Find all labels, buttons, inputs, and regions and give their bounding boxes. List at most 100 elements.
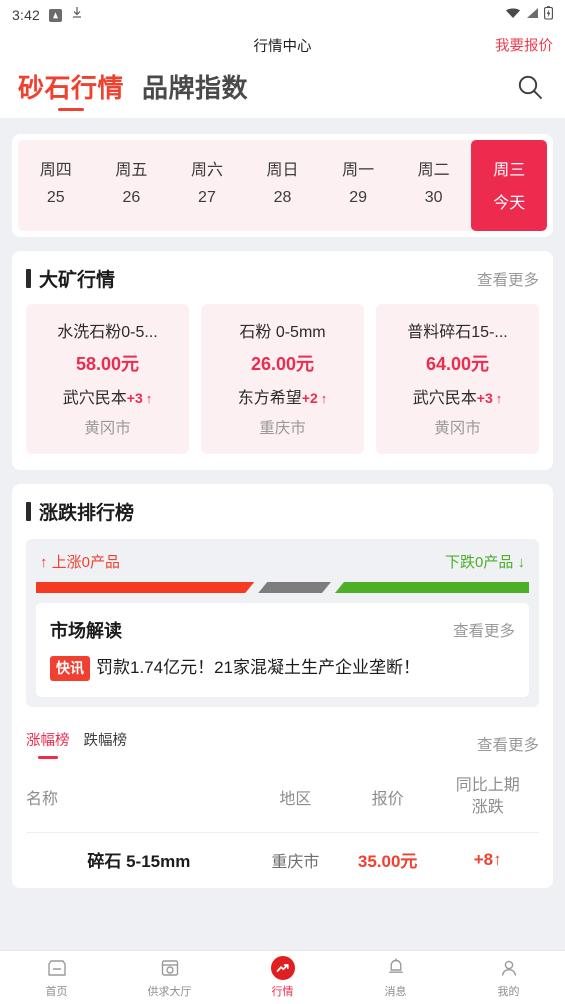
subtab-gainers[interactable]: 涨幅榜 — [26, 729, 70, 760]
row-region: 重庆市 — [251, 832, 339, 873]
nav-item-messages-label: 消息 — [384, 986, 407, 998]
battery-charging-icon — [544, 5, 553, 25]
row-change: +8↑ — [436, 832, 539, 873]
supply-hall-icon — [159, 956, 181, 980]
nav-item-supply-hall[interactable]: 供求大厅 — [113, 956, 226, 999]
page-title: 行情中心 — [253, 38, 312, 55]
date-weekday: 周五 — [115, 162, 148, 179]
search-button[interactable] — [513, 72, 547, 106]
app-badge-icon — [49, 8, 63, 22]
rank-subtab-bar: 涨幅榜 跌幅榜 查看更多 — [26, 729, 539, 760]
tab-sand-market-label: 砂石行情 — [18, 73, 125, 103]
big-mine-title: 大矿行情 — [39, 270, 116, 291]
download-icon — [71, 6, 83, 24]
date-item[interactable]: 周五 26 — [94, 140, 170, 231]
mine-trend-arrow-icon: ↑ — [495, 391, 503, 406]
nav-item-market-label: 行情 — [271, 986, 294, 998]
date-day: 今天 — [493, 195, 526, 212]
mine-city: 黄冈市 — [84, 420, 131, 437]
date-item[interactable]: 周一 29 — [320, 140, 396, 231]
date-weekday: 周三 — [493, 162, 526, 179]
date-day: 25 — [46, 189, 65, 206]
mine-card[interactable]: 石粉 0-5mm 26.00元 东方希望 +2 ↑ 重庆市 — [201, 304, 364, 454]
big-mine-section: 大矿行情 查看更多 水洗石粉0-5... 58.00元 武穴民本 +3 ↑ 黄冈… — [12, 251, 553, 470]
mine-supplier-name: 武穴民本 — [412, 390, 477, 407]
nav-item-market[interactable]: 行情 — [226, 956, 339, 999]
subtab-losers[interactable]: 跌幅榜 — [84, 729, 128, 759]
bell-icon — [385, 956, 407, 980]
rank-header: 涨跌排行榜 — [26, 498, 539, 525]
date-weekday: 周六 — [190, 162, 223, 179]
big-mine-more-link[interactable]: 查看更多 — [477, 268, 539, 290]
tab-active-indicator — [58, 108, 84, 111]
col-header-name: 名称 — [26, 790, 59, 808]
status-bar: 3:42 — [0, 0, 565, 30]
status-bar-right — [505, 5, 553, 25]
mine-product-name: 水洗石粉0-5... — [57, 324, 158, 341]
market-interpretation-card[interactable]: 市场解读 查看更多 快讯 罚款1.74亿元！21家混凝土生产企业垄断！ — [36, 603, 529, 698]
date-item[interactable]: 周二 30 — [396, 140, 472, 231]
rank-bar-down-segment — [335, 582, 529, 593]
market-interpretation-more-link[interactable]: 查看更多 — [453, 619, 515, 641]
col-header-price: 报价 — [371, 790, 404, 808]
date-item[interactable]: 周六 27 — [169, 140, 245, 231]
date-day: 26 — [122, 189, 141, 206]
nav-item-supply-hall-label: 供求大厅 — [147, 986, 192, 998]
mine-delta: +2 — [301, 390, 318, 406]
search-icon — [516, 73, 544, 106]
mine-supplier-row: 武穴民本 +3 ↑ — [32, 384, 183, 408]
tab-brand-index[interactable]: 品牌指数 — [142, 68, 248, 110]
nav-item-home-label: 首页 — [45, 986, 68, 998]
user-icon — [498, 956, 520, 980]
mine-delta: +3 — [126, 390, 143, 406]
quotes-table-body: 碎石 5-15mm 重庆市 35.00元 +8↑ — [26, 832, 539, 873]
news-headline[interactable]: 罚款1.74亿元！21家混凝土生产企业垄断！ — [96, 658, 420, 677]
mine-card[interactable]: 普料碎石15-... 64.00元 武穴民本 +3 ↑ 黄冈市 — [376, 304, 539, 454]
nav-item-home[interactable]: 首页 — [0, 956, 113, 999]
tab-sand-market[interactable]: 砂石行情 — [18, 68, 125, 111]
submit-quote-button[interactable]: 我要报价 — [495, 35, 553, 56]
scroll-content: 周四 25 周五 26 周六 27 周日 28 周一 29 周二 30 周三 今… — [0, 134, 565, 889]
bottom-navigation: 首页 供求大厅 行情 消息 我的 — [0, 950, 565, 1004]
wifi-icon — [505, 6, 521, 24]
market-interpretation-header: 市场解读 查看更多 — [50, 617, 515, 643]
rank-title-group: 涨跌排行榜 — [26, 498, 134, 525]
mine-trend-arrow-icon: ↑ — [320, 391, 328, 406]
nav-item-profile[interactable]: 我的 — [452, 956, 565, 999]
main-tabs: 砂石行情 品牌指数 — [18, 68, 248, 111]
main-tab-bar: 砂石行情 品牌指数 — [0, 60, 565, 118]
rank-section: 涨跌排行榜 ↑ 上涨0产品 下跌0产品 ↓ 市场解读 查看更多 快讯 罚款1.7… — [12, 484, 553, 889]
mine-trend-arrow-icon: ↑ — [145, 391, 153, 406]
mine-supplier-row: 武穴民本 +3 ↑ — [382, 384, 533, 408]
date-weekday: 周一 — [342, 162, 375, 179]
rank-down-label: 下跌0产品 ↓ — [444, 554, 525, 571]
rank-subtabs: 涨幅榜 跌幅榜 — [26, 729, 128, 760]
mine-city: 重庆市 — [259, 420, 306, 437]
market-interpretation-title: 市场解读 — [50, 621, 122, 641]
mine-card[interactable]: 水洗石粉0-5... 58.00元 武穴民本 +3 ↑ 黄冈市 — [26, 304, 189, 454]
col-header-region: 地区 — [279, 790, 312, 808]
date-weekday: 周二 — [417, 162, 450, 179]
rank-more-link[interactable]: 查看更多 — [477, 733, 539, 755]
col-header-change-line2: 涨跌 — [471, 798, 504, 816]
date-item[interactable]: 周四 25 — [18, 140, 94, 231]
home-shop-icon — [46, 956, 68, 980]
subtab-losers-label: 跌幅榜 — [83, 733, 128, 750]
tab-brand-index-label: 品牌指数 — [142, 73, 249, 103]
mine-product-name: 石粉 0-5mm — [239, 324, 326, 341]
date-item-today[interactable]: 周三 今天 — [471, 140, 547, 231]
mine-supplier-name: 武穴民本 — [62, 390, 127, 407]
signal-icon — [526, 6, 539, 24]
table-row[interactable]: 碎石 5-15mm 重庆市 35.00元 +8↑ — [26, 832, 539, 873]
date-day: 28 — [273, 189, 292, 206]
date-item[interactable]: 周日 28 — [245, 140, 321, 231]
rank-bar-flat-segment — [258, 582, 331, 593]
rank-distribution-bar — [36, 582, 529, 593]
date-day: 29 — [349, 189, 367, 206]
subtab-gainers-label: 涨幅榜 — [26, 733, 70, 750]
date-selector: 周四 25 周五 26 周六 27 周日 28 周一 29 周二 30 周三 今… — [18, 140, 547, 231]
title-accent-bar — [26, 269, 31, 288]
nav-item-messages[interactable]: 消息 — [339, 956, 452, 999]
big-mine-title-group: 大矿行情 — [26, 265, 115, 292]
big-mine-card-row: 水洗石粉0-5... 58.00元 武穴民本 +3 ↑ 黄冈市 石粉 0-5mm… — [26, 304, 539, 454]
